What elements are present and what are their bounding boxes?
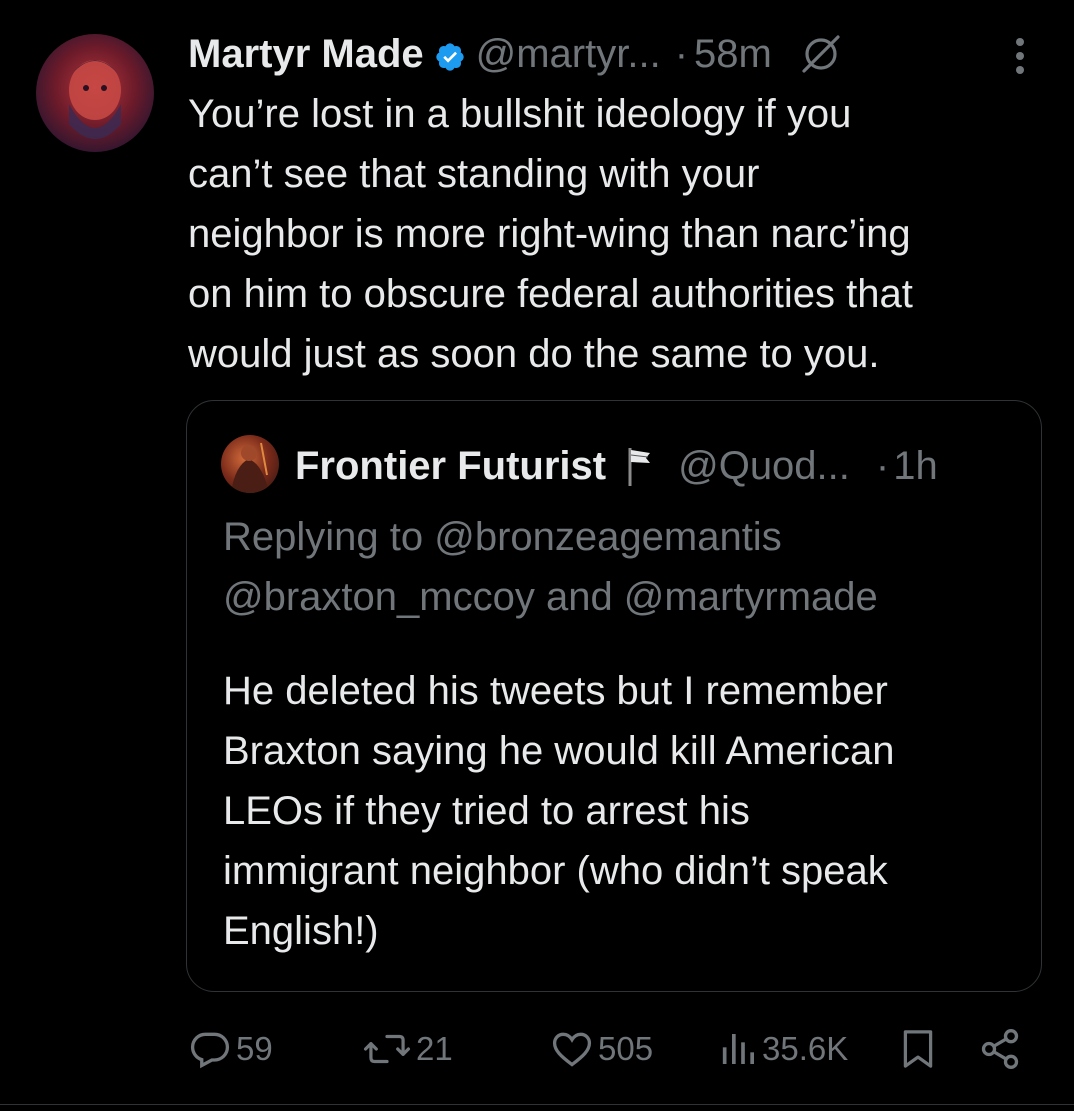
reply-button[interactable]: 59 xyxy=(188,1024,273,1074)
author-name[interactable]: Martyr Made xyxy=(188,32,424,77)
quoted-tweet-text: He deleted his tweets but I remember Bra… xyxy=(223,669,895,953)
reply-icon xyxy=(190,1032,230,1069)
quoted-tweet-time[interactable]: 1h xyxy=(893,444,938,489)
tweet-text: You’re lost in a bullshit ideology if yo… xyxy=(188,92,913,376)
replying-to: Replying to @bronzeagemantis @braxton_mc… xyxy=(223,515,878,619)
quoted-tweet-header: Frontier Futurist @Quod... · 1h xyxy=(295,439,938,493)
action-bar: 59 21 505 35.6K xyxy=(0,1024,1074,1074)
quoted-author-avatar[interactable] xyxy=(221,435,279,493)
author-avatar[interactable] xyxy=(36,34,154,152)
bookmark-button[interactable] xyxy=(900,1024,936,1074)
verified-badge-icon xyxy=(434,38,466,71)
author-handle[interactable]: @martyr... xyxy=(476,32,661,77)
more-vertical-icon[interactable] xyxy=(1006,36,1034,76)
like-button[interactable]: 505 xyxy=(550,1024,653,1074)
divider xyxy=(0,1104,1074,1105)
view-count: 35.6K xyxy=(762,1030,849,1067)
reply-count: 59 xyxy=(236,1030,273,1067)
repost-icon xyxy=(363,1034,411,1064)
header-separator: · xyxy=(674,31,689,76)
repost-button[interactable]: 21 xyxy=(362,1024,453,1074)
flag-icon xyxy=(626,446,656,486)
quoted-tweet[interactable]: Frontier Futurist @Quod... · 1h Replying… xyxy=(186,400,1042,992)
quoted-header-separator: · xyxy=(875,443,890,488)
tweet[interactable]: Martyr Made @martyr... · 58m You’re lost… xyxy=(0,0,1074,1111)
share-button[interactable] xyxy=(978,1024,1022,1074)
views-button[interactable]: 35.6K xyxy=(718,1024,848,1074)
tweet-header: Martyr Made @martyr... · 58m xyxy=(188,26,844,82)
grok-icon[interactable] xyxy=(798,31,844,77)
heart-icon xyxy=(552,1032,592,1067)
views-chart-icon xyxy=(722,1034,754,1064)
repost-count: 21 xyxy=(416,1030,453,1067)
tweet-time[interactable]: 58m xyxy=(694,32,772,77)
quoted-author-name[interactable]: Frontier Futurist xyxy=(295,444,606,489)
share-icon xyxy=(981,1029,1019,1069)
bookmark-icon xyxy=(903,1030,933,1068)
like-count: 505 xyxy=(598,1030,654,1067)
quoted-author-handle[interactable]: @Quod... xyxy=(678,444,850,489)
